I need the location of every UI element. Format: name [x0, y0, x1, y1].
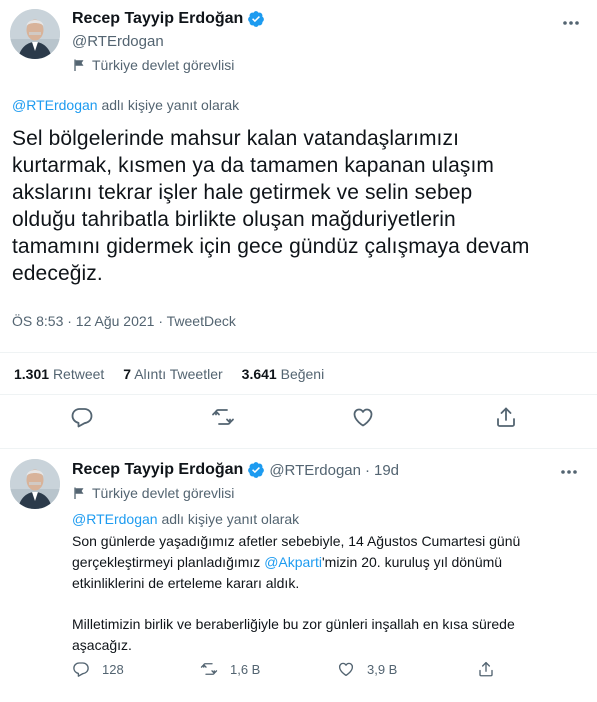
author-name-row: Recep Tayyip Erdoğan	[72, 10, 265, 28]
flag-icon	[72, 58, 86, 72]
account-label-text: Türkiye devlet görevlisi	[92, 57, 235, 73]
account-label: Türkiye devlet görevlisi	[72, 485, 234, 501]
retweet-count: 1,6 B	[230, 661, 261, 677]
retweet-count[interactable]: 1.301 Retweet	[14, 366, 104, 382]
retweet-count-value: 1.301	[14, 365, 50, 382]
reply-context-text: adlı kişiye yanıt olarak	[97, 97, 240, 113]
tweet-text-line: tamamını gidermek için gece gündüz çalış…	[12, 235, 530, 258]
reply-paragraph: Milletimizin birlik ve beraberliğiyle bu…	[72, 614, 587, 656]
quote-count-label: Alıntı Tweetler	[134, 365, 223, 382]
reply-author-row: Recep Tayyip Erdoğan @RTErdogan · 19d	[72, 461, 399, 479]
reply-context: @RTErdogan adlı kişiye yanıt olarak	[12, 97, 239, 113]
reply-icon[interactable]	[70, 405, 96, 431]
like-count-label: Beğeni	[280, 365, 325, 382]
reply-context: @RTErdogan adlı kişiye yanıt olarak	[72, 511, 299, 527]
reply-text-line: aşacağız.	[72, 637, 132, 653]
reply-tweet-text: Son günlerde yaşadığımız afetler sebebiy…	[72, 531, 587, 656]
avatar[interactable]	[10, 9, 60, 59]
like-icon[interactable]	[351, 405, 377, 431]
share-action[interactable]	[477, 660, 507, 678]
reply-tweet[interactable]: Recep Tayyip Erdoğan @RTErdogan · 19d Tü…	[0, 450, 597, 702]
akparti-mention-link[interactable]: @Akparti	[264, 554, 322, 570]
reply-mention-link[interactable]: @RTErdogan	[72, 511, 158, 527]
reply-text-line: gerçekleştirmeyi planladığımız @Akparti'…	[72, 552, 587, 573]
tweet-page: Recep Tayyip Erdoğan @RTErdogan Türkiye …	[0, 0, 597, 702]
retweet-count-label: Retweet	[52, 365, 105, 382]
reply-mention-link[interactable]: @RTErdogan	[12, 97, 98, 113]
retweet-icon[interactable]	[211, 405, 237, 431]
like-count: 3,9 B	[367, 661, 398, 677]
tweet-text-line: akslarını tekrar işler hale getirmek ve …	[12, 181, 473, 204]
share-icon[interactable]	[494, 405, 520, 431]
reply-text-line: etkinliklerini de erteleme kararı aldık.	[72, 575, 300, 591]
reply-icon	[72, 660, 90, 678]
tweet-text-line: olduğu tahribatla birlikte oluşan mağdur…	[12, 208, 456, 231]
reply-action[interactable]: 128	[72, 660, 124, 678]
author-name[interactable]: Recep Tayyip Erdoğan	[72, 10, 243, 28]
reply-count: 128	[102, 661, 124, 677]
reply-tweet-actions: 128 1,6 B 3,9 B	[72, 660, 512, 682]
quote-count[interactable]: 7 Alıntı Tweetler	[123, 366, 222, 382]
verified-icon	[247, 461, 265, 479]
flag-icon	[72, 486, 86, 500]
account-label-text: Türkiye devlet görevlisi	[92, 485, 235, 501]
tweet-text: Sel bölgelerinde mahsur kalan vatandaşla…	[12, 125, 587, 287]
verified-icon	[247, 10, 265, 28]
tweet-timestamp[interactable]: ÖS 8:53 · 12 Ağu 2021 · TweetDeck	[12, 313, 236, 329]
more-icon[interactable]	[558, 461, 580, 483]
reply-context-text: adlı kişiye yanıt olarak	[157, 511, 300, 527]
more-icon[interactable]	[560, 12, 582, 34]
retweet-icon	[200, 660, 218, 678]
author-handle[interactable]: @RTErdogan	[269, 462, 361, 479]
tweet-text-line: kurtarmak, kısmen ya da tamamen kapanan …	[12, 154, 494, 177]
retweet-action[interactable]: 1,6 B	[200, 660, 260, 678]
like-action[interactable]: 3,9 B	[337, 660, 397, 678]
reply-text-line: Son günlerde yaşadığımız afetler sebebiy…	[72, 533, 521, 549]
separator-dot: ·	[364, 461, 370, 479]
quote-count-value: 7	[123, 365, 132, 382]
like-count-value: 3.641	[241, 365, 277, 382]
main-tweet: Recep Tayyip Erdoğan @RTErdogan Türkiye …	[0, 0, 597, 449]
author-handle[interactable]: @RTErdogan	[72, 33, 164, 50]
tweet-text-line: Sel bölgelerinde mahsur kalan vatandaşla…	[12, 127, 460, 150]
tweet-time[interactable]: 19d	[374, 462, 399, 479]
reply-paragraph: Son günlerde yaşadığımız afetler sebebiy…	[72, 531, 587, 594]
tweet-actions	[0, 405, 597, 443]
reply-text-segment: 'mizin 20. kuruluş yıl dönümü	[321, 554, 503, 570]
like-count[interactable]: 3.641 Beğeni	[242, 366, 325, 382]
account-label: Türkiye devlet görevlisi	[72, 57, 234, 73]
reply-text-segment: gerçekleştirmeyi planladığımız	[72, 554, 265, 570]
avatar[interactable]	[10, 459, 60, 509]
tweet-text-line: edeceğiz.	[12, 262, 103, 285]
author-name[interactable]: Recep Tayyip Erdoğan	[72, 461, 243, 479]
like-icon	[337, 660, 355, 678]
engagement-stats: 1.301 Retweet 7 Alıntı Tweetler 3.641 Be…	[0, 352, 597, 395]
reply-text-line: Milletimizin birlik ve beraberliğiyle bu…	[72, 616, 515, 632]
share-icon	[477, 660, 495, 678]
